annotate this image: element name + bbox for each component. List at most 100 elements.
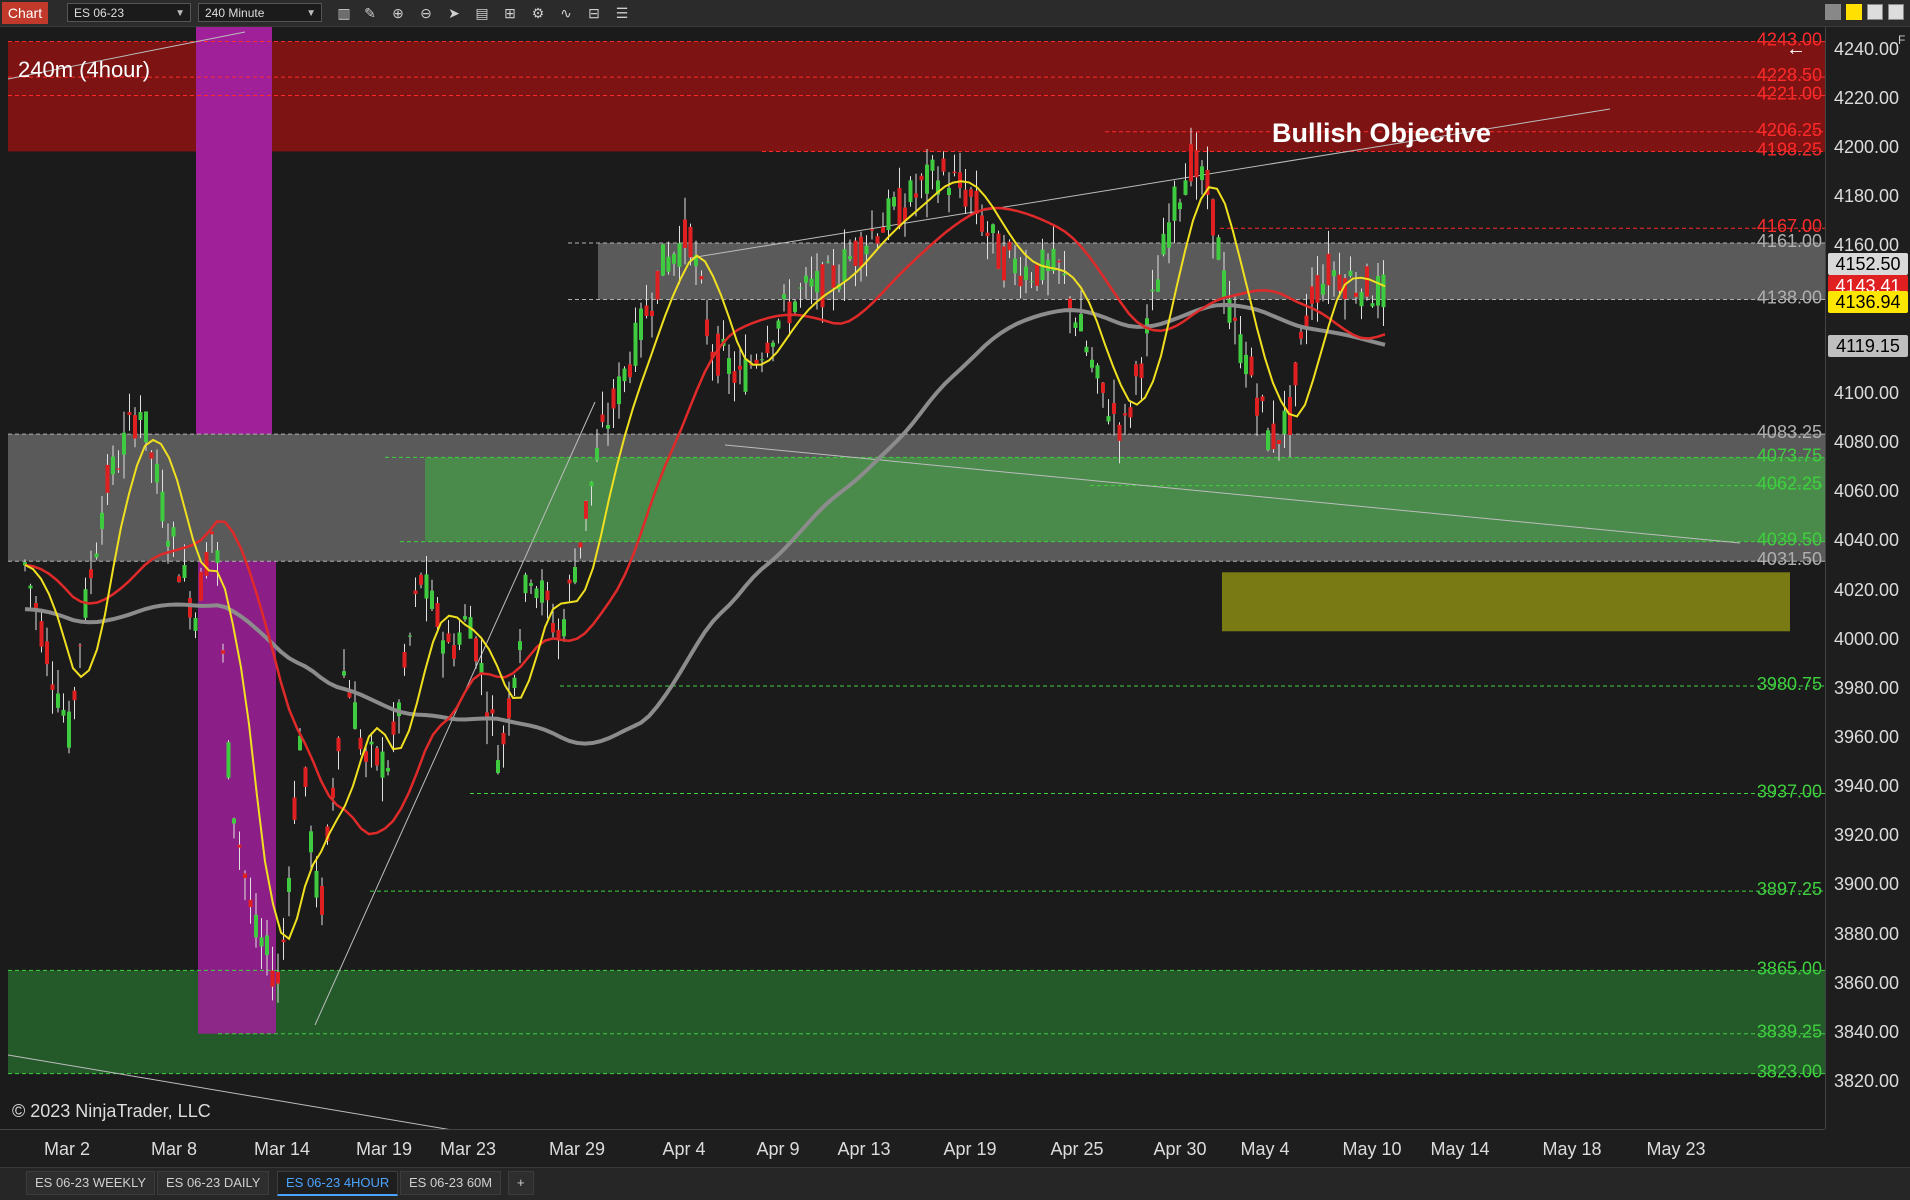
support-zone [425,457,1825,542]
price-axis[interactable]: F 4240.004220.004200.004180.004160.00414… [1825,27,1910,1129]
chart-tab-es-06-23-4hour[interactable]: ES 06-23 4HOUR [277,1171,399,1196]
candle-body [67,711,71,748]
price-tick-label: 4020.00 [1834,579,1900,600]
time-tick-label: Apr 25 [1050,1139,1104,1159]
time-tick-label: Mar 19 [355,1139,413,1159]
candle-body [611,388,616,409]
properties-icon[interactable]: ▤ [472,4,492,22]
time-axis[interactable]: Mar 2 Mar 8 Mar 14 Mar 19 Mar 23 Mar 29 Apr 4 A… [0,1129,1825,1167]
candle-body [644,305,649,317]
candle-body [633,322,638,366]
price-tick-label: 3940.00 [1834,776,1900,797]
candle-body [864,245,869,255]
candle-body [358,737,363,750]
candle-body [408,635,412,637]
candle-body [985,232,990,237]
candle-body [1271,423,1276,450]
data-box-icon[interactable]: ⊞ [500,4,520,22]
candle-body [941,158,946,172]
candle-body [1337,274,1342,291]
window-close-icon[interactable] [1888,4,1904,20]
candle-body [782,294,786,300]
candle-body [1007,241,1012,251]
zoom-in-icon[interactable]: ⊕ [388,4,408,22]
level-label: 3823.00 [1757,1062,1822,1082]
link-color-icon[interactable] [1846,4,1862,20]
candle-body [1106,416,1111,422]
candle-body [573,566,577,583]
price-tick-label: 4100.00 [1834,382,1900,403]
candle-body [639,308,643,340]
candle-body [127,412,132,416]
candle-body [490,709,495,714]
time-tick-label: Mar 14 [253,1139,311,1159]
highlight-bar-upper [196,27,272,435]
pencil-icon[interactable]: ✎ [360,4,380,22]
candle-body [1216,237,1221,260]
candle-body [375,748,379,766]
candle-body [430,590,434,609]
zoom-out-icon[interactable]: ⊖ [416,4,436,22]
candle-body [419,574,423,585]
candle-body [1299,331,1303,339]
candle-body [303,767,308,787]
strategy-icon[interactable]: ⚙ [528,4,548,22]
candle-body [342,671,346,676]
list-icon[interactable]: ☰ [612,4,632,22]
candle-body [248,899,253,908]
chart-tab[interactable]: Chart [2,2,48,24]
instrument-value: ES 06-23 [74,6,125,20]
back-arrow-icon[interactable]: ← [1786,38,1806,61]
candle-body [666,256,671,272]
time-tick-label: Mar 29 [548,1139,606,1159]
candle-body [226,742,231,778]
price-chart[interactable]: 4243.004228.504221.004206.254198.254167.… [0,27,1910,1129]
price-tick-label: 4220.00 [1834,88,1900,108]
chart-tab-es-06-23-weekly[interactable]: ES 06-23 WEEKLY [26,1171,156,1195]
price-badge: 4136.94 [1828,291,1908,314]
candle-body [540,580,544,603]
candle-body [622,368,627,382]
candle-body [886,198,891,231]
indicator-icon[interactable]: ∿ [556,4,576,22]
candle-body [1282,410,1287,435]
candle-body [1244,354,1248,375]
candle-body [848,256,852,260]
candle-body [413,590,418,595]
candle-body [199,571,203,601]
window-minimize-icon[interactable] [1825,4,1841,20]
chart-tab-es-06-23-daily[interactable]: ES 06-23 DAILY [157,1171,270,1195]
candle-body [72,690,77,701]
level-label: 3897.25 [1757,879,1822,899]
candle-body [1095,365,1100,379]
bars-icon[interactable]: ▥ [334,4,354,22]
chart-tab-es-06-23-60m[interactable]: ES 06-23 60M [400,1171,502,1195]
window-maximize-icon[interactable] [1867,4,1883,20]
price-tick-label: 3920.00 [1834,825,1900,846]
interval-value: 240 Minute [205,6,265,20]
candle-body [853,240,858,267]
candle-body [1260,396,1265,402]
candle-body [369,741,374,745]
candle-body [705,319,709,337]
candle-body [111,456,115,475]
interval-select[interactable]: 240 Minute ▼ [198,3,322,22]
instrument-select[interactable]: ES 06-23 ▼ [67,3,191,22]
candle-body [105,464,110,493]
candle-body [133,415,137,439]
time-tick-label: May 14 [1430,1139,1490,1159]
pointer-icon[interactable]: ➤ [444,4,464,22]
candle-body [963,189,968,207]
candle-body [182,565,187,579]
time-tick-label: Mar 23 [439,1139,497,1159]
candle-body [1238,334,1243,364]
candle-body [496,760,500,773]
add-tab-button[interactable]: + [508,1171,534,1195]
level-label: 4031.50 [1757,549,1822,569]
candle-body [1013,258,1017,274]
candle-body [1057,260,1061,263]
candle-body [1194,150,1199,178]
drawing-tools-icon[interactable]: ⊟ [584,4,604,22]
candle-body [716,333,720,376]
candle-body [1183,180,1188,195]
